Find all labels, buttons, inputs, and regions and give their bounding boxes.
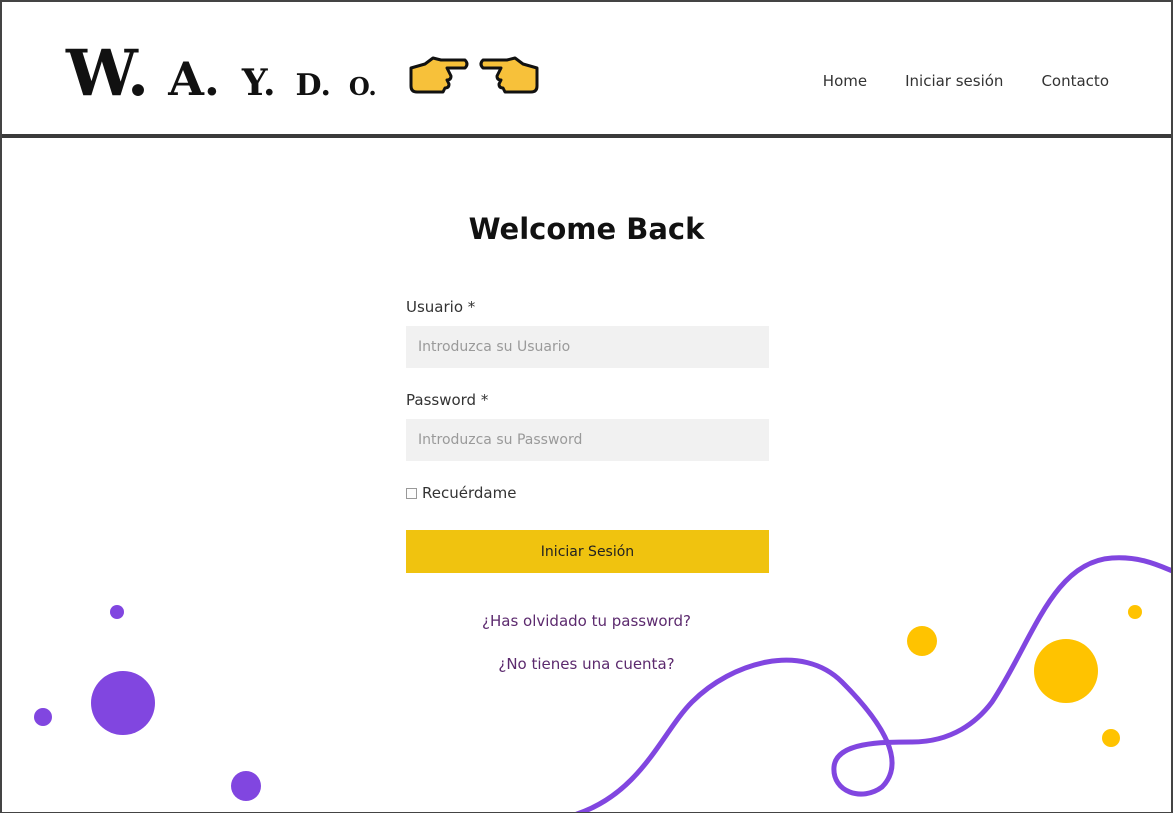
nav-contact-link[interactable]: Contacto bbox=[1041, 72, 1109, 90]
login-form: Usuario * Password * Recuérdame Iniciar … bbox=[406, 298, 769, 573]
logo-hands bbox=[407, 50, 541, 96]
username-input[interactable] bbox=[406, 326, 769, 368]
nav-login-link[interactable]: Iniciar sesión bbox=[905, 72, 1003, 90]
site-header: W. A. Y. D. O. Home Iniciar sesión Conta… bbox=[2, 2, 1171, 138]
decorative-dot-purple-bottom bbox=[231, 771, 261, 801]
decorative-squiggle-line bbox=[575, 555, 1171, 812]
signup-link[interactable]: ¿No tienes una cuenta? bbox=[2, 655, 1171, 673]
remember-me-row[interactable]: Recuérdame bbox=[406, 484, 769, 502]
logo-letter-w: W. bbox=[66, 36, 149, 111]
logo-letter-o: O. bbox=[348, 72, 377, 101]
decorative-dot-purple-large bbox=[91, 671, 155, 735]
username-label: Usuario * bbox=[406, 298, 476, 316]
brand-logo[interactable]: W. A. Y. D. O. bbox=[66, 36, 541, 111]
pointing-left-hand-icon bbox=[479, 56, 539, 94]
pointing-right-hand-icon bbox=[409, 56, 469, 94]
page-title: Welcome Back bbox=[468, 212, 705, 246]
forgot-password-link[interactable]: ¿Has olvidado tu password? bbox=[2, 612, 1171, 630]
logo-letter-d: D. bbox=[295, 68, 331, 103]
decorative-dot-yellow-mid bbox=[907, 626, 937, 656]
page-frame: W. A. Y. D. O. Home Iniciar sesión Conta… bbox=[0, 0, 1173, 813]
logo-letter-a: A. bbox=[168, 52, 220, 106]
remember-me-checkbox[interactable] bbox=[406, 487, 417, 499]
main-nav: Home Iniciar sesión Contacto bbox=[823, 72, 1109, 90]
nav-home-link[interactable]: Home bbox=[823, 72, 867, 90]
logo-letter-y: Y. bbox=[241, 62, 276, 104]
login-submit-button[interactable]: Iniciar Sesión bbox=[406, 530, 769, 573]
remember-me-label: Recuérdame bbox=[422, 484, 517, 502]
password-input[interactable] bbox=[406, 419, 769, 461]
password-label: Password * bbox=[406, 391, 489, 409]
decorative-dot-yellow-small-bottom bbox=[1102, 729, 1120, 747]
decorative-dot-purple-left bbox=[34, 708, 52, 726]
